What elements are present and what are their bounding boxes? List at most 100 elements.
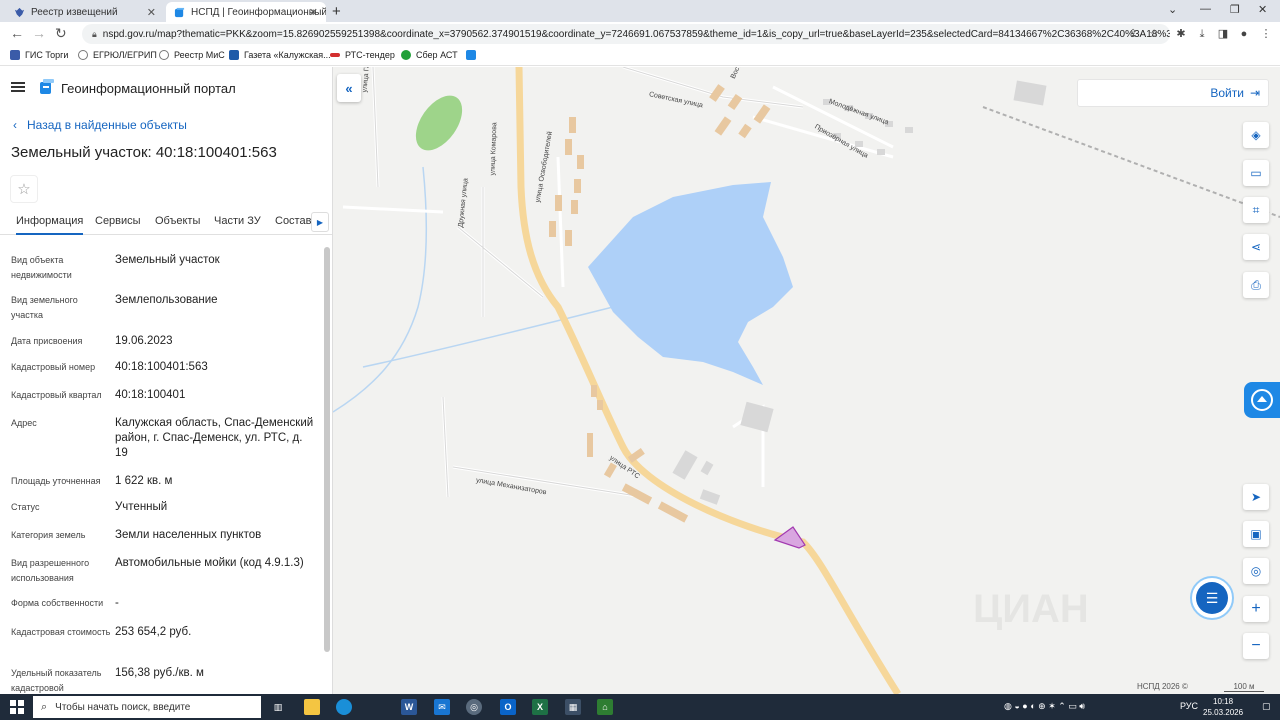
support-chat-button[interactable]: ☰ <box>1190 576 1234 620</box>
ruler-icon[interactable]: ▭ <box>1243 160 1269 186</box>
eagle-icon <box>10 50 20 60</box>
watermark: ЦИАН <box>973 587 1089 631</box>
home-app-icon[interactable]: ⌂ <box>597 699 613 715</box>
share-icon[interactable]: ⇪ <box>1127 28 1139 40</box>
extensions-icon[interactable]: ✱ <box>1175 28 1187 40</box>
bookmark-reestr-mis[interactable]: Реестр МиС <box>159 50 225 60</box>
portal-title: Геоинформационный портал <box>61 81 236 96</box>
minimap-icon[interactable]: ▣ <box>1243 521 1269 547</box>
selected-parcel[interactable] <box>773 526 806 549</box>
word-icon[interactable]: W <box>401 699 417 715</box>
lake <box>588 182 793 385</box>
file-explorer-icon[interactable] <box>304 699 320 715</box>
bookmark-gis-torgi[interactable]: ГИС Торги <box>10 50 68 60</box>
globe-icon <box>78 50 88 60</box>
globe-icon <box>159 50 169 60</box>
nspd-logo-icon <box>466 50 476 60</box>
zoom-in-icon[interactable]: + <box>1243 596 1269 622</box>
locate-me-icon[interactable]: ➤ <box>1243 484 1269 510</box>
close-window-icon[interactable]: ✕ <box>1258 3 1267 16</box>
close-tab-icon[interactable]: ✕ <box>147 6 156 19</box>
map-copyright: НСПД 2026 © <box>1137 682 1188 691</box>
bookmark-egrul[interactable]: ЕГРЮЛ/ЕГРИП <box>78 50 157 60</box>
download-icon[interactable]: ⤓ <box>1196 28 1208 40</box>
address-bar-row: ← → ↻ 🔒︎ nspd.gov.ru/map?thematic=PKK&zo… <box>0 22 1280 46</box>
task-view-icon[interactable]: ▥ <box>270 699 286 715</box>
login-arrow-icon: ⇥ <box>1249 86 1260 100</box>
url-input[interactable]: 🔒︎ nspd.gov.ru/map?thematic=PKK&zoom=15.… <box>82 24 1170 44</box>
sber-logo-icon <box>401 50 411 60</box>
url-text: nspd.gov.ru/map?thematic=PKK&zoom=15.826… <box>102 28 1170 40</box>
calculator-icon[interactable]: ▦ <box>565 699 581 715</box>
bookmark-sber-ast[interactable]: Сбер АСТ <box>401 50 458 60</box>
layers-icon[interactable]: ◈ <box>1243 122 1269 148</box>
bookmark-star-icon[interactable]: ☆ <box>1148 28 1160 40</box>
zoom-out-icon[interactable]: − <box>1243 633 1269 659</box>
browser-tab-nspd[interactable]: НСПД | Геоинформационный п ✕ <box>166 2 326 22</box>
panel-scrollbar[interactable] <box>324 247 330 652</box>
chat-icon: ☰ <box>1196 582 1228 614</box>
geolocation-icon[interactable]: ◎ <box>1243 558 1269 584</box>
taskbar-clock[interactable]: 10:18 25.03.2026 <box>1203 696 1243 718</box>
kn-logo-icon <box>229 50 239 60</box>
bookmark-rts[interactable]: РТС-тендер <box>330 50 395 60</box>
taskbar-search-input[interactable]: ⌕ Чтобы начать поиск, введите <box>33 696 261 718</box>
new-tab-icon[interactable]: + <box>332 3 341 20</box>
chrome-icon[interactable]: ◎ <box>466 699 482 715</box>
lock-icon: 🔒︎ <box>92 28 97 39</box>
close-tab-icon[interactable]: ✕ <box>309 6 318 19</box>
language-indicator[interactable]: РУС <box>1180 701 1198 711</box>
mail-icon[interactable]: ✉ <box>434 699 450 715</box>
tray-icons[interactable]: ◍ ◒ ● ◐ ⊕ ✶ ⌃ ▭ 🔊︎ <box>1004 701 1085 712</box>
card-tabs: Информация Сервисы Объекты Части ЗУ Сост… <box>0 207 332 235</box>
map-canvas[interactable]: Советская улица Восточная Молодёжная ули… <box>333 67 1280 694</box>
chevron-down-icon[interactable]: ⌄ <box>1168 3 1177 16</box>
notifications-icon[interactable]: ▢ <box>1262 701 1271 712</box>
map-layer <box>333 67 1280 694</box>
tab-services[interactable]: Сервисы <box>95 215 141 227</box>
feedback-icon[interactable] <box>1244 382 1280 418</box>
eagle-icon <box>14 7 25 17</box>
tab-composition[interactable]: Состав <box>275 215 311 227</box>
browser-tab-notices[interactable]: Реестр извещений ✕ <box>6 2 164 22</box>
login-button[interactable]: Войти ⇥ <box>1077 79 1269 107</box>
back-arrow-icon[interactable]: ← <box>10 25 24 41</box>
browser-tab-bar: Реестр извещений ✕ НСПД | Геоинформацион… <box>0 0 1280 22</box>
parcel-title: Земельный участок: 40:18:100401:563 <box>11 144 277 161</box>
edge-icon[interactable] <box>336 699 352 715</box>
back-to-results-link[interactable]: ‹ Назад в найденные объекты <box>13 118 187 132</box>
bookmark-nspd[interactable] <box>466 50 481 60</box>
chat-bubble-icon <box>1251 389 1273 411</box>
tabs-scroll-right-icon[interactable]: ▶ <box>311 212 329 232</box>
hamburger-menu-icon[interactable] <box>11 82 25 92</box>
sidepanel-icon[interactable]: ◨ <box>1217 28 1229 40</box>
select-area-icon[interactable]: ⌗ <box>1243 197 1269 223</box>
tab-parts[interactable]: Части ЗУ <box>214 215 261 227</box>
bookmark-gazeta[interactable]: Газета «Калужская... <box>229 50 331 60</box>
profile-icon[interactable]: ● <box>1238 28 1250 40</box>
tab-title: НСПД | Геоинформационный п <box>191 6 326 18</box>
map-scale: 100 м <box>1224 682 1264 692</box>
share-icon[interactable]: ⋖ <box>1243 234 1269 260</box>
reload-icon[interactable]: ↻ <box>55 25 67 42</box>
stream <box>333 166 428 413</box>
main-road <box>515 67 901 694</box>
windows-start-icon[interactable] <box>10 700 24 714</box>
forward-arrow-icon[interactable]: → <box>32 25 46 41</box>
bookmarks-bar: ГИС Торги ЕГРЮЛ/ЕГРИП Реестр МиС Газета … <box>0 46 1280 66</box>
object-card-panel: Геоинформационный портал ‹ Назад в найде… <box>0 67 333 694</box>
rts-logo-icon <box>330 53 340 57</box>
outlook-icon[interactable]: O <box>500 699 516 715</box>
chevron-left-icon: ‹ <box>13 118 17 132</box>
tab-title: Реестр извещений <box>31 6 118 18</box>
restore-icon[interactable]: ❐ <box>1230 3 1240 16</box>
search-icon: ⌕ <box>41 700 48 713</box>
tab-objects[interactable]: Объекты <box>155 215 200 227</box>
collapse-panel-icon[interactable]: « <box>337 74 361 102</box>
print-icon[interactable]: ⎙ <box>1243 272 1269 298</box>
excel-icon[interactable]: X <box>532 699 548 715</box>
minimize-icon[interactable]: — <box>1200 3 1211 15</box>
favorite-star-icon[interactable]: ☆ <box>10 175 38 203</box>
tab-information[interactable]: Информация <box>16 215 84 235</box>
kebab-menu-icon[interactable]: ⋮ <box>1260 28 1272 40</box>
